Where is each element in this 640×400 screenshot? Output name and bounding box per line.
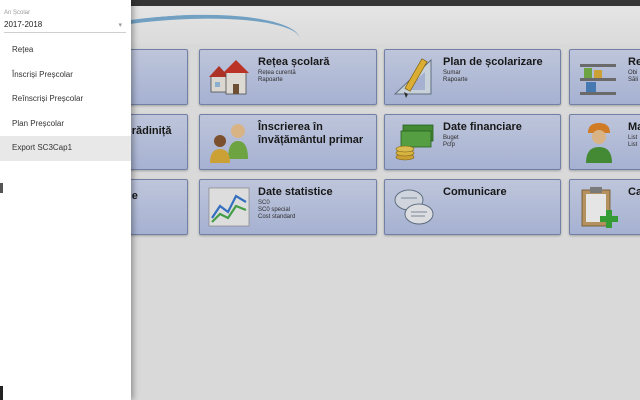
menu-item-inscrisi-prescolar[interactable]: Înscriși Preșcolar	[0, 63, 131, 88]
menu-item-plan-prescolar[interactable]: Plan Preșcolar	[0, 112, 131, 137]
drawer-menu: Rețea Înscriși Preșcolar Reînscriși Preș…	[0, 38, 131, 161]
edge-mark	[0, 386, 3, 400]
edge-mark	[0, 183, 3, 193]
school-year-label: An Școlar	[4, 10, 31, 16]
school-year-value: 2017-2018	[4, 20, 43, 29]
menu-item-retea[interactable]: Rețea	[0, 38, 131, 63]
chevron-down-icon: ▾	[118, 22, 122, 29]
menu-item-reinscrisi-prescolar[interactable]: Reînscriși Preșcolar	[0, 87, 131, 112]
side-drawer: An Școlar 2017-2018 ▾ Rețea Înscriși Pre…	[0, 0, 131, 400]
school-year-select[interactable]: 2017-2018 ▾	[4, 20, 126, 33]
menu-item-export-sc3cap1[interactable]: Export SC3Cap1	[0, 136, 131, 161]
